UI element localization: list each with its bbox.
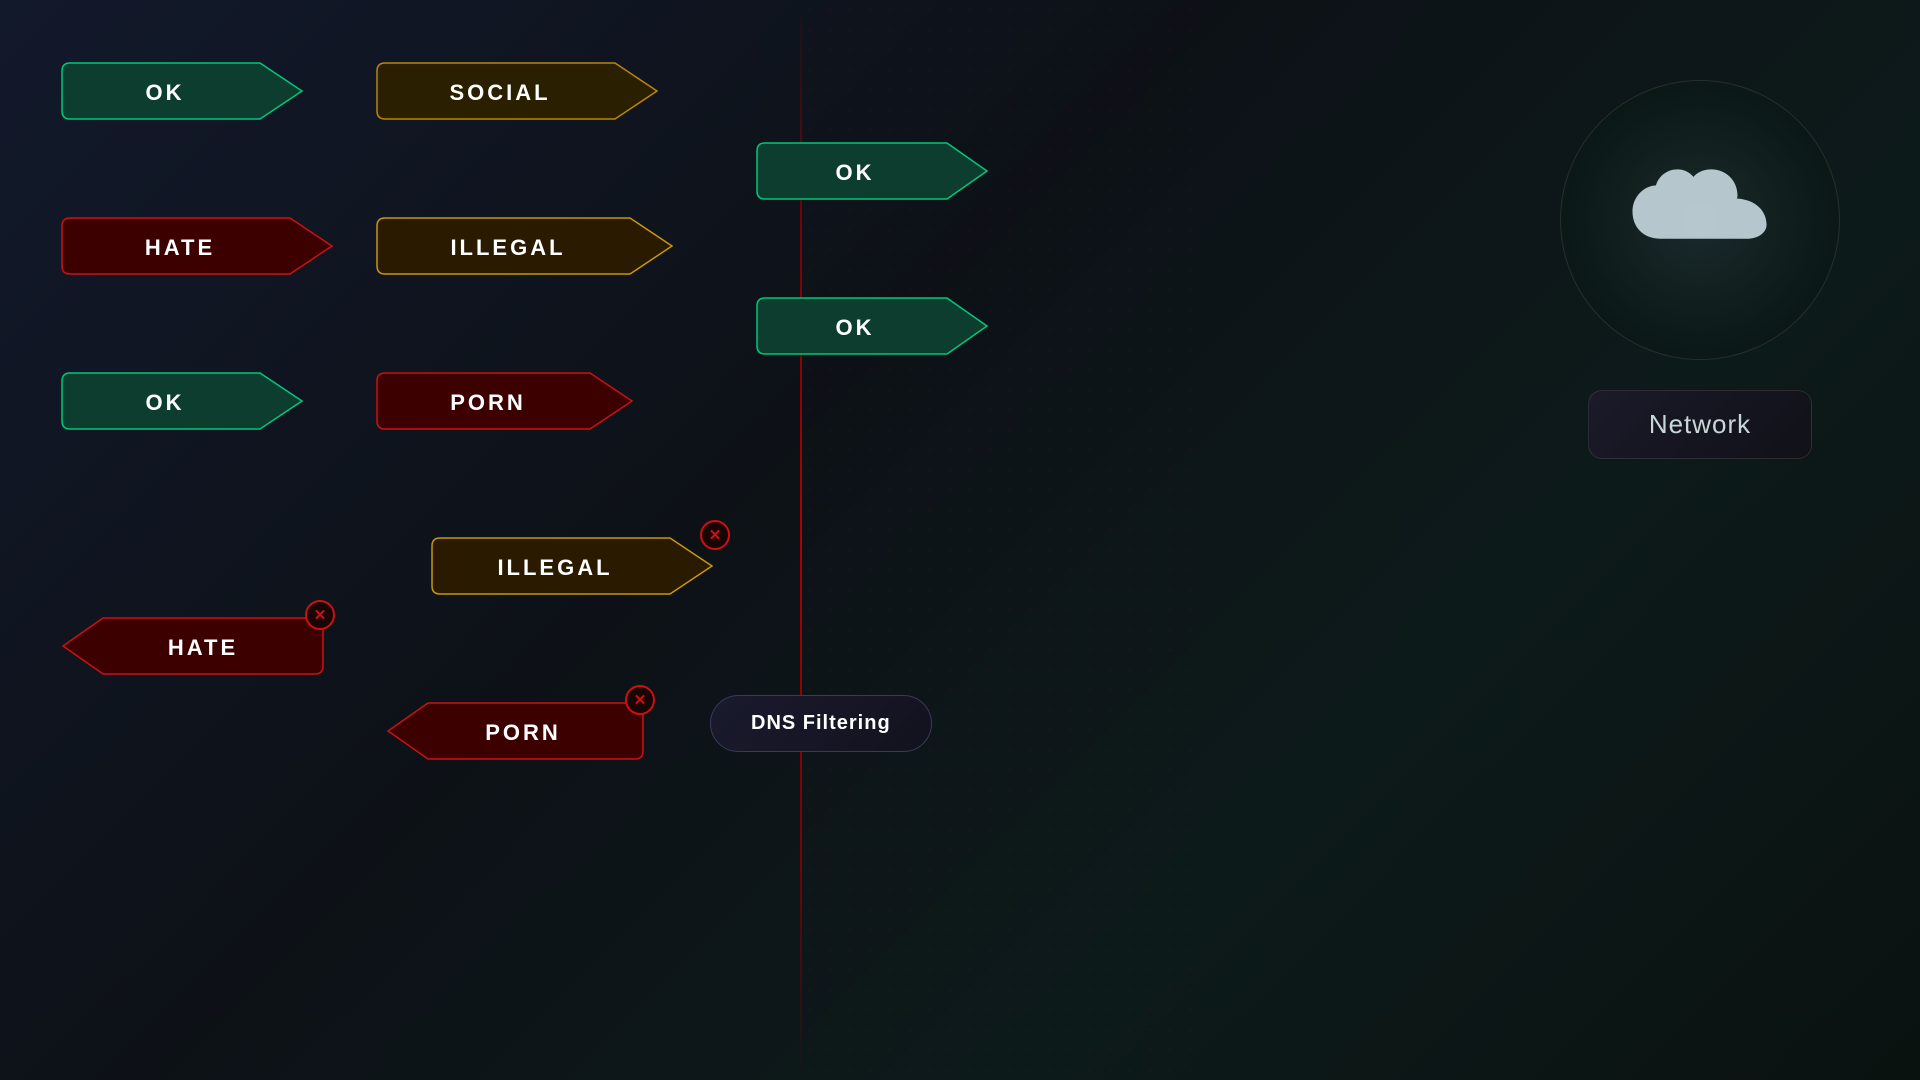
- network-label: Network: [1588, 390, 1812, 459]
- cloud-circle: [1560, 80, 1840, 360]
- main-content: OK SOCIAL OK HATE ILLEGAL OK: [0, 0, 1920, 1080]
- badge-ok-1[interactable]: OK: [60, 55, 310, 132]
- svg-text:HATE: HATE: [145, 235, 215, 260]
- badge-porn-blocked[interactable]: PORN ✕: [380, 695, 645, 772]
- badge-ok-right-2[interactable]: OK: [755, 290, 995, 367]
- svg-text:SOCIAL: SOCIAL: [449, 80, 550, 105]
- dns-filtering-button[interactable]: DNS Filtering: [710, 695, 932, 752]
- close-hate-btn[interactable]: ✕: [305, 600, 335, 630]
- cloud-icon: [1625, 165, 1775, 275]
- svg-text:OK: OK: [836, 160, 875, 185]
- network-section: Network: [1560, 80, 1840, 459]
- close-porn-btn[interactable]: ✕: [625, 685, 655, 715]
- svg-text:PORN: PORN: [485, 720, 561, 745]
- badge-social-1[interactable]: SOCIAL: [375, 55, 665, 132]
- svg-text:OK: OK: [836, 315, 875, 340]
- svg-text:PORN: PORN: [450, 390, 526, 415]
- badge-ok-2[interactable]: OK: [60, 365, 310, 442]
- badge-hate-1[interactable]: HATE: [60, 210, 340, 287]
- badge-hate-blocked[interactable]: HATE ✕: [55, 610, 325, 687]
- badge-ok-right-1[interactable]: OK: [755, 135, 995, 212]
- badge-illegal-1[interactable]: ILLEGAL: [375, 210, 680, 287]
- svg-text:OK: OK: [146, 390, 185, 415]
- svg-text:OK: OK: [146, 80, 185, 105]
- badge-porn-1[interactable]: PORN: [375, 365, 640, 442]
- close-illegal-btn[interactable]: ✕: [700, 520, 730, 550]
- svg-text:ILLEGAL: ILLEGAL: [497, 555, 612, 580]
- svg-text:ILLEGAL: ILLEGAL: [450, 235, 565, 260]
- svg-text:HATE: HATE: [168, 635, 238, 660]
- badge-illegal-blocked[interactable]: ILLEGAL ✕: [430, 530, 720, 607]
